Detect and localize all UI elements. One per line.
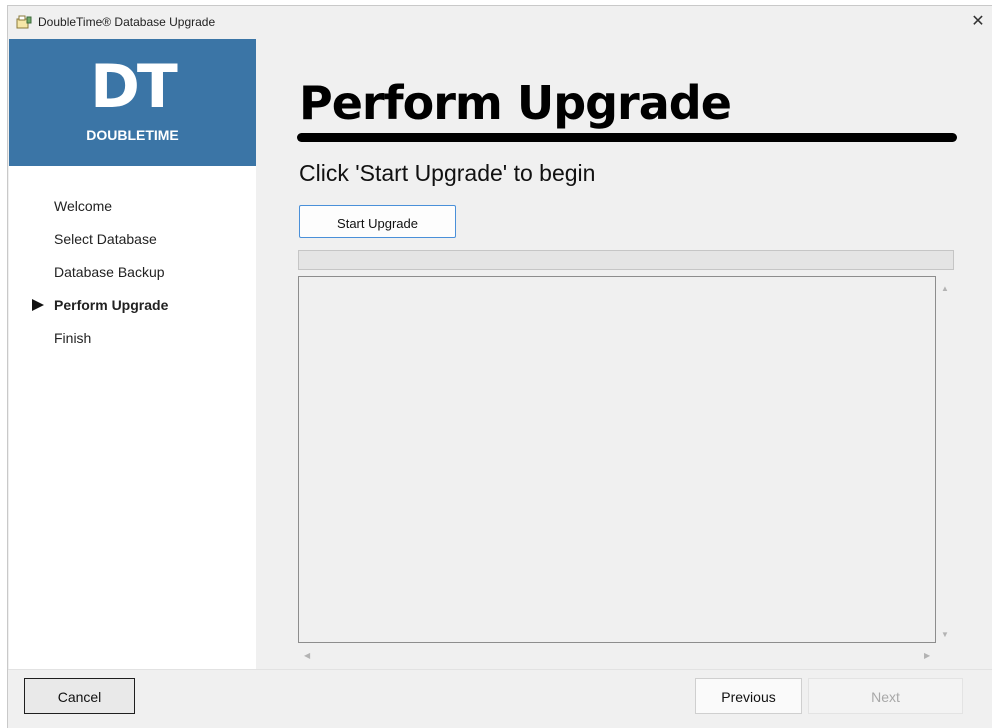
wizard-steps: Welcome Select Database Database Backup … [9,194,256,359]
step-label: Welcome [54,198,113,214]
upgrade-log[interactable] [298,276,936,643]
upgrade-window: DoubleTime® Database Upgrade ✕ DT DOUBLE… [7,5,992,728]
step-finish: Finish [9,326,256,359]
instruction-text: Click 'Start Upgrade' to begin [299,160,596,186]
previous-button[interactable]: Previous [695,678,802,714]
start-upgrade-button[interactable]: Start Upgrade [299,205,456,238]
page-title: Perform Upgrade [299,76,732,130]
step-label: Perform Upgrade [54,297,169,313]
step-label: Finish [54,330,92,346]
step-label: Database Backup [54,264,165,280]
window-title: DoubleTime® Database Upgrade [38,15,216,29]
scroll-up-icon[interactable]: ▲ [941,284,949,293]
logo-wordmark: DOUBLETIME [86,127,179,143]
step-welcome: Welcome [9,194,256,227]
scroll-right-icon[interactable]: ▶ [924,651,930,660]
installer-icon [16,15,32,29]
step-select-database: Select Database [9,227,256,260]
wizard-sidebar: DT DOUBLETIME Welcome Select Database Da… [9,39,256,669]
step-perform-upgrade: Perform Upgrade [9,293,256,326]
cancel-button[interactable]: Cancel [24,678,135,714]
title-divider [297,133,957,142]
step-label: Select Database [54,231,157,247]
scroll-left-icon[interactable]: ◀ [304,651,310,660]
next-button[interactable]: Next [808,678,963,714]
logo-monogram: DT [90,52,178,122]
scroll-down-icon[interactable]: ▼ [941,630,949,639]
title-bar: DoubleTime® Database Upgrade ✕ [8,6,992,39]
footer-divider [8,669,992,670]
step-database-backup: Database Backup [9,260,256,293]
doubletime-logo: DT DOUBLETIME [9,39,256,166]
play-arrow-icon [32,299,44,311]
close-icon[interactable]: ✕ [964,6,992,38]
upgrade-progress-bar [298,250,954,270]
